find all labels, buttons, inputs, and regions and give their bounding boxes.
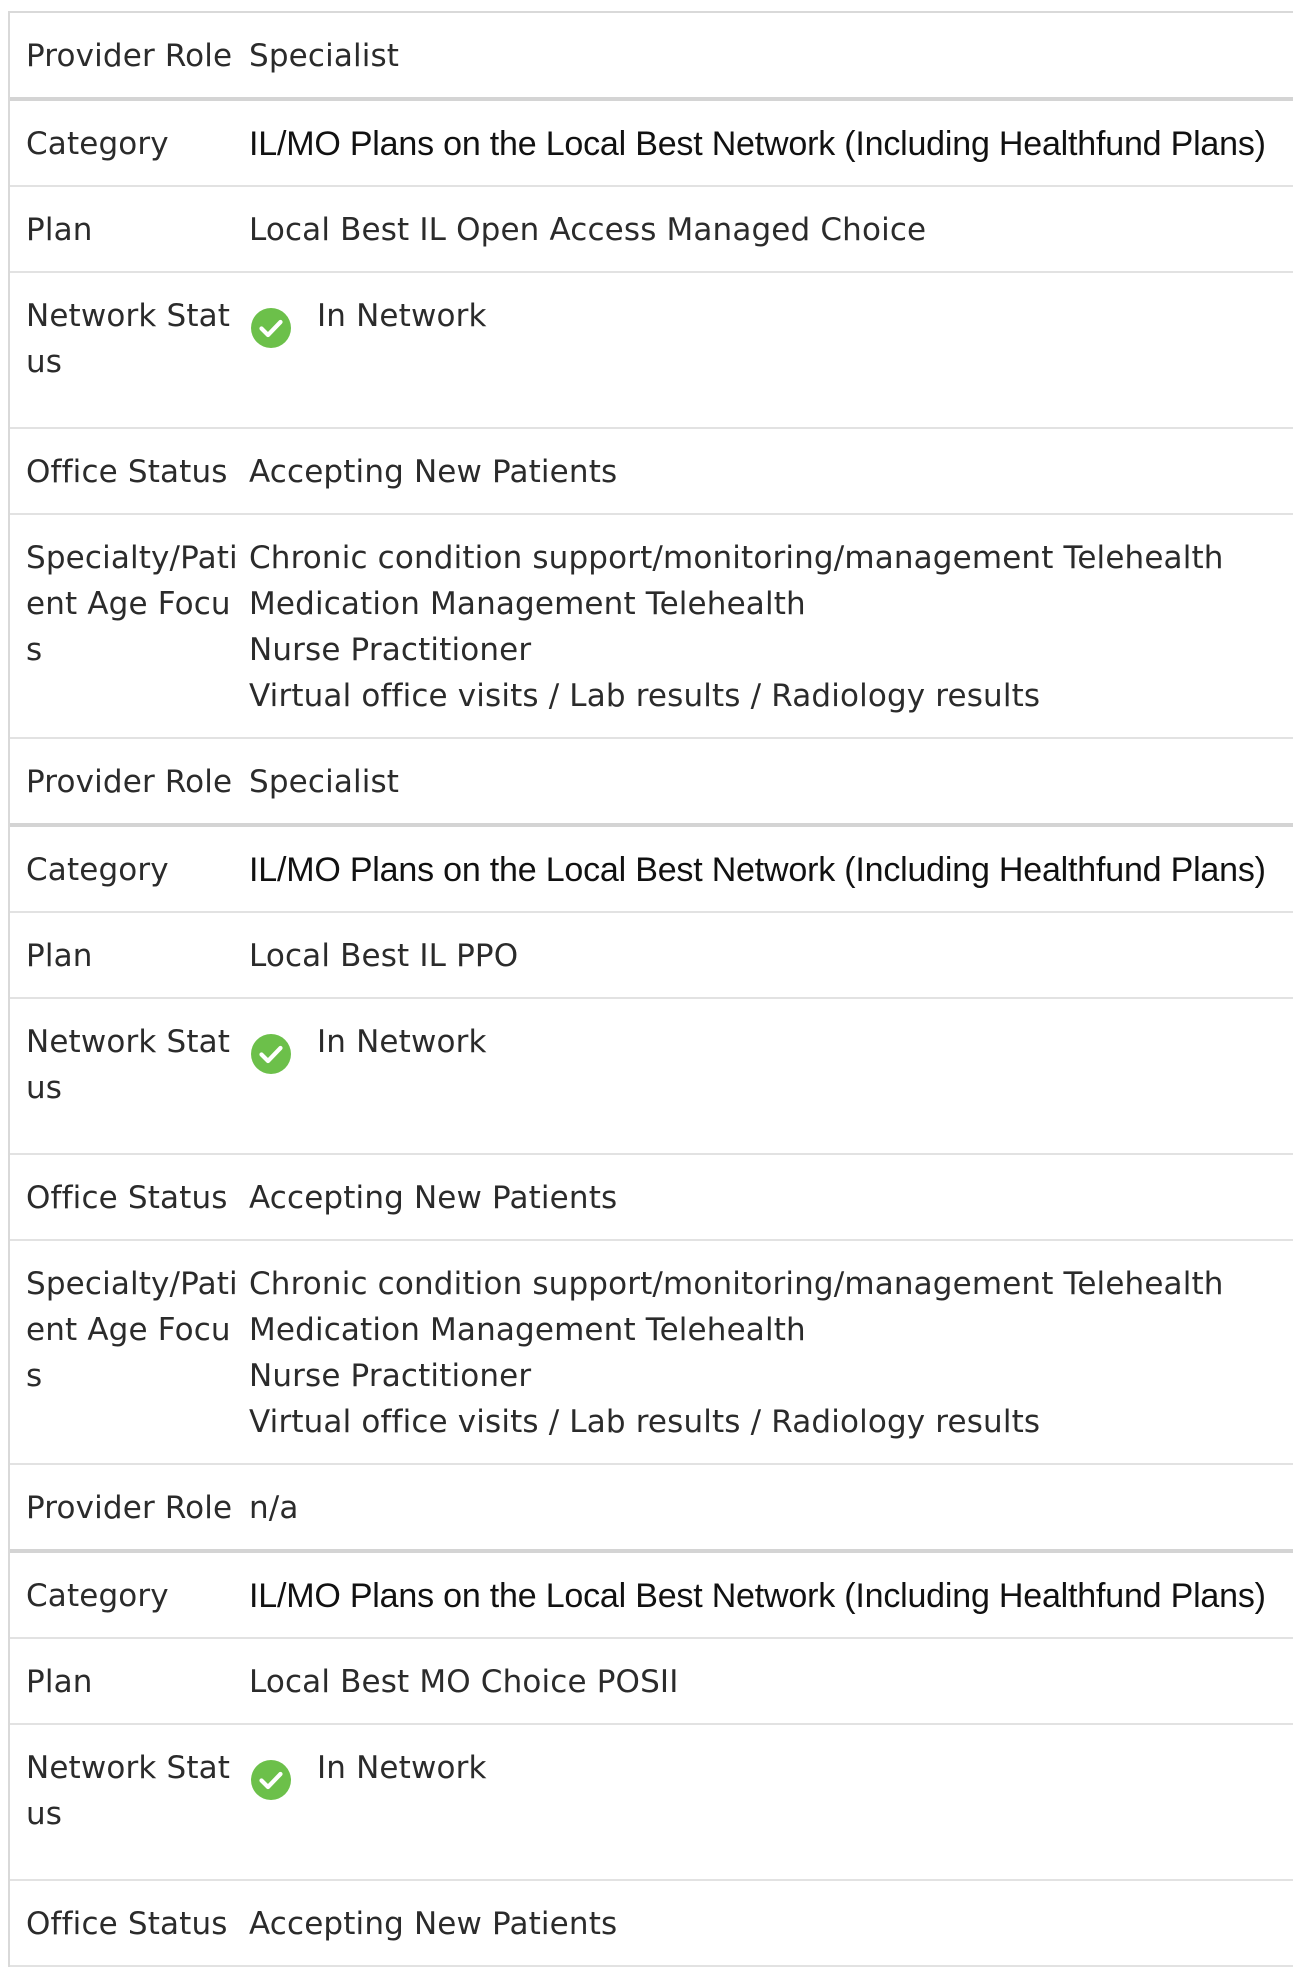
provider-role-value: n/a [249,1490,299,1526]
specialty-row: Specialty/Patient Age Focus Chronic cond… [10,1241,1293,1465]
provider-role-row: Provider Role Specialist [10,739,1293,827]
network-status-text: In Network [317,1750,487,1786]
office-status-label: Office Status [26,454,228,490]
category-row: Category IL/MO Plans on the Local Best N… [10,827,1293,913]
specialty-list: Chronic condition support/monitoring/man… [249,1261,1293,1445]
provider-plan-details-table: Provider Role Specialist Category IL/MO … [8,11,1293,1967]
plan-label: Plan [26,212,93,248]
specialty-item: Nurse Practitioner [249,1358,532,1394]
network-status-text: In Network [317,1024,487,1060]
specialty-item: Medication Management Telehealth [249,1312,806,1348]
category-label: Category [26,852,169,888]
network-status-row: Network Status In Network [10,999,1293,1155]
plan-label: Plan [26,1664,93,1700]
office-status-value: Accepting New Patients [249,1180,618,1216]
office-status-label: Office Status [26,1906,228,1942]
category-value: IL/MO Plans on the Local Best Network (I… [249,1577,1266,1615]
office-status-row: Office Status Accepting New Patients [10,1881,1293,1967]
network-status-label: Network Status [26,1750,231,1832]
category-row: Category IL/MO Plans on the Local Best N… [10,101,1293,187]
category-value: IL/MO Plans on the Local Best Network (I… [249,125,1266,163]
provider-role-row: Provider Role Specialist [10,13,1293,101]
specialty-label: Specialty/Patient Age Focus [26,1266,238,1394]
specialty-item: Chronic condition support/monitoring/man… [249,1266,1224,1302]
office-status-value: Accepting New Patients [249,454,618,490]
provider-role-row: Provider Role n/a [10,1465,1293,1553]
plan-row: Plan Local Best MO Choice POSII [10,1639,1293,1725]
network-status-text: In Network [317,298,487,334]
specialty-item: Medication Management Telehealth [249,586,806,622]
office-status-label: Office Status [26,1180,228,1216]
office-status-value: Accepting New Patients [249,1906,618,1942]
plan-label: Plan [26,938,93,974]
network-status-value: In Network [249,1745,1293,1837]
specialty-item: Virtual office visits / Lab results / Ra… [249,1404,1041,1440]
plan-value: Local Best IL Open Access Managed Choice [249,212,927,248]
network-status-value: In Network [249,293,1293,385]
specialty-list: Chronic condition support/monitoring/man… [249,535,1293,719]
provider-role-label: Provider Role [26,38,233,74]
specialty-item: Nurse Practitioner [249,632,532,668]
check-circle-icon [251,1034,291,1074]
check-circle-icon [251,308,291,348]
plan-row: Plan Local Best IL Open Access Managed C… [10,187,1293,273]
plan-value: Local Best MO Choice POSII [249,1664,679,1700]
office-status-row: Office Status Accepting New Patients [10,429,1293,515]
category-label: Category [26,126,169,162]
provider-role-value: Specialist [249,764,400,800]
plan-value: Local Best IL PPO [249,938,519,974]
category-value: IL/MO Plans on the Local Best Network (I… [249,851,1266,889]
specialty-item: Chronic condition support/monitoring/man… [249,540,1224,576]
provider-role-value: Specialist [249,38,400,74]
provider-role-label: Provider Role [26,764,233,800]
provider-role-label: Provider Role [26,1490,233,1526]
plan-row: Plan Local Best IL PPO [10,913,1293,999]
category-label: Category [26,1578,169,1614]
specialty-label: Specialty/Patient Age Focus [26,540,238,668]
network-status-label: Network Status [26,298,231,380]
office-status-row: Office Status Accepting New Patients [10,1155,1293,1241]
network-status-value: In Network [249,1019,1293,1111]
check-circle-icon [251,1760,291,1800]
category-row: Category IL/MO Plans on the Local Best N… [10,1553,1293,1639]
specialty-row: Specialty/Patient Age Focus Chronic cond… [10,515,1293,739]
network-status-label: Network Status [26,1024,231,1106]
specialty-item: Virtual office visits / Lab results / Ra… [249,678,1041,714]
network-status-row: Network Status In Network [10,273,1293,429]
network-status-row: Network Status In Network [10,1725,1293,1881]
